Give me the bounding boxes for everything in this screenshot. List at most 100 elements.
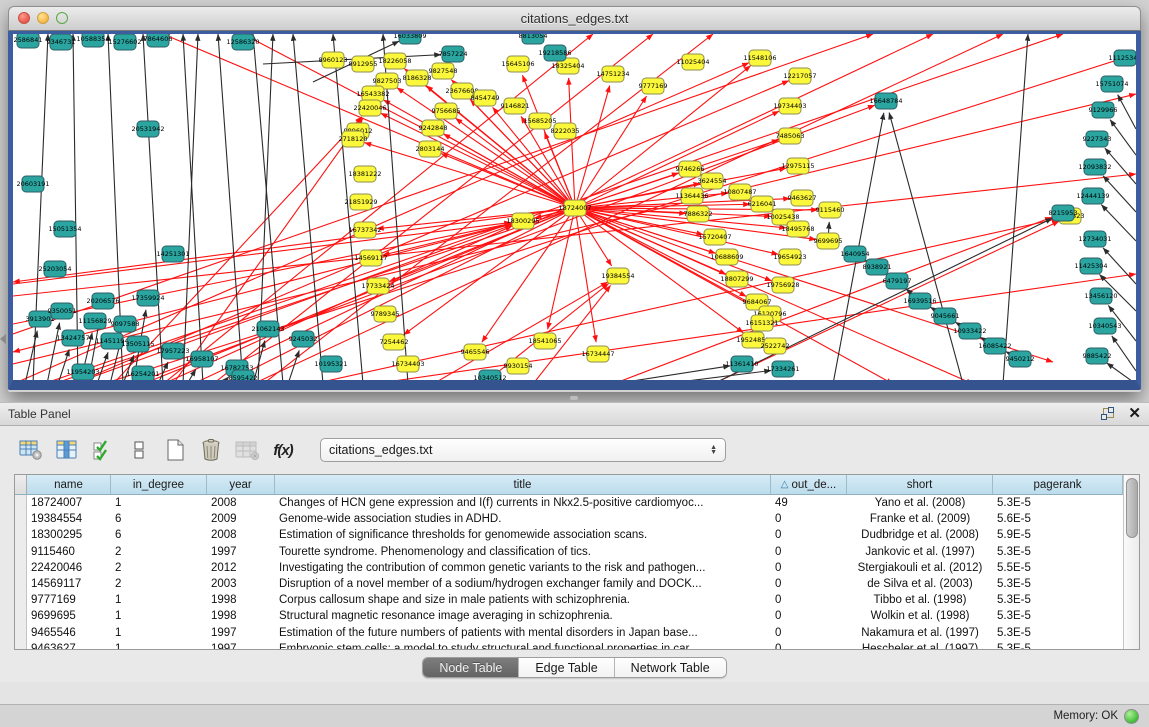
table-cell[interactable]: 2003 — [207, 576, 275, 592]
graph-node[interactable]: 11361410 — [725, 356, 758, 372]
table-cell[interactable]: 1998 — [207, 592, 275, 608]
table-cell[interactable]: 9463627 — [27, 641, 111, 650]
splitter-handle[interactable] — [570, 396, 578, 400]
table-cell[interactable]: 5.5E-5 — [993, 560, 1123, 576]
graph-node[interactable]: 12734031 — [1078, 231, 1111, 247]
table-cell[interactable]: 0 — [771, 560, 847, 576]
table-row[interactable]: 1456911722003Disruption of a novel membe… — [15, 576, 1123, 592]
graph-node[interactable]: 7864606 — [144, 34, 173, 47]
minimize-window-button[interactable] — [37, 12, 49, 24]
graph-node[interactable]: 9450212 — [1006, 351, 1035, 367]
table-cell[interactable]: Estimation of significance thresholds fo… — [275, 527, 771, 543]
table-cell[interactable]: 0 — [771, 576, 847, 592]
graph-node[interactable]: 10195321 — [314, 356, 347, 372]
table-cell[interactable]: Stergiakouli et al. (2012) — [847, 560, 993, 576]
table-row[interactable]: 946554611997Estimation of the future num… — [15, 625, 1123, 641]
graph-node[interactable]: 14751234 — [596, 66, 629, 82]
graph-node[interactable]: 8960123 — [319, 52, 348, 68]
table-cell[interactable]: Disruption of a novel member of a sodium… — [275, 576, 771, 592]
graph-node[interactable]: 9699695 — [814, 233, 843, 249]
graph-node[interactable]: 12444139 — [1076, 188, 1109, 204]
table-cell[interactable]: 5.3E-5 — [993, 544, 1123, 560]
table-cell[interactable]: Tibbo et al. (1998) — [847, 592, 993, 608]
graph-node[interactable]: 16734447 — [581, 346, 614, 362]
graph-node[interactable]: 1640954 — [841, 246, 870, 262]
table-cell[interactable]: 5.3E-5 — [993, 641, 1123, 650]
table-cell[interactable]: 1998 — [207, 608, 275, 624]
table-cell[interactable]: 6 — [111, 511, 207, 527]
graph-node[interactable]: 8912955 — [349, 56, 378, 72]
column-header-short[interactable]: short — [847, 475, 993, 494]
float-panel-icon[interactable] — [1101, 408, 1114, 420]
graph-node[interactable]: 8186328 — [403, 70, 432, 86]
close-window-button[interactable] — [18, 12, 30, 24]
network-canvas[interactable]: 1872400789601238912955182260589827503818… — [13, 34, 1136, 380]
table-cell[interactable]: 19384554 — [27, 511, 111, 527]
table-cell[interactable]: 9465546 — [27, 625, 111, 641]
graph-node[interactable]: 11025404 — [676, 54, 709, 70]
graph-node[interactable]: 9242848 — [419, 120, 448, 136]
graph-node[interactable]: 9097588 — [111, 316, 140, 332]
table-cell[interactable]: 1997 — [207, 625, 275, 641]
graph-node[interactable]: 12093832 — [1078, 159, 1111, 175]
table-cell[interactable]: Investigating the contribution of common… — [275, 560, 771, 576]
table-cell[interactable]: 2 — [111, 544, 207, 560]
table-cell[interactable]: Embryonic stem cells: a model to study s… — [275, 641, 771, 650]
graph-node[interactable]: 13456120 — [1084, 288, 1117, 304]
graph-node[interactable]: 9146821 — [501, 98, 530, 114]
table-row[interactable]: 969969511998Structural magnetic resonanc… — [15, 608, 1123, 624]
graph-node[interactable]: 9756685 — [432, 103, 461, 119]
graph-node[interactable]: 9463627 — [788, 190, 817, 206]
column-header-title[interactable]: title — [275, 475, 771, 494]
graph-node[interactable]: 6216041 — [748, 196, 777, 212]
graph-node[interactable]: 2586841 — [14, 34, 43, 48]
graph-node[interactable]: 9045661 — [931, 308, 960, 324]
graph-node[interactable]: 15751074 — [1095, 76, 1128, 92]
graph-node[interactable]: 8222035 — [551, 123, 580, 139]
graph-node[interactable]: 7886322 — [684, 206, 713, 222]
graph-node[interactable]: 9777169 — [639, 78, 668, 94]
table-row[interactable]: 1938455462009Genome-wide association stu… — [15, 511, 1123, 527]
table-cell[interactable]: 2012 — [207, 560, 275, 576]
scrollbar-thumb[interactable] — [1126, 478, 1138, 538]
graph-node[interactable]: 9885422 — [1083, 348, 1112, 364]
table-row[interactable]: 1830029562008Estimation of significance … — [15, 527, 1123, 543]
table-cell[interactable]: 0 — [771, 641, 847, 650]
graph-node[interactable]: 8813054 — [519, 34, 548, 44]
close-panel-icon[interactable]: ✕ — [1128, 408, 1141, 420]
table-row[interactable]: 911546021997Tourette syndrome. Phenomeno… — [15, 544, 1123, 560]
graph-node[interactable]: 21851929 — [344, 194, 377, 210]
graph-node[interactable]: 6479197 — [883, 273, 912, 289]
graph-node[interactable]: 19756928 — [766, 277, 799, 293]
table-cell[interactable]: 5.6E-5 — [993, 511, 1123, 527]
vertical-scrollbar[interactable] — [1123, 475, 1139, 650]
graph-node[interactable]: 16648784 — [869, 93, 902, 109]
table-cell[interactable]: 2 — [111, 560, 207, 576]
graph-node[interactable]: 10688609 — [710, 249, 743, 265]
graph-node[interactable]: 15051354 — [48, 221, 81, 237]
table-cell[interactable]: 5.3E-5 — [993, 592, 1123, 608]
window-titlebar[interactable]: citations_edges.txt — [8, 6, 1141, 31]
table-cell[interactable]: 0 — [771, 511, 847, 527]
graph-node[interactable]: 17359924 — [131, 290, 164, 306]
table-cell[interactable]: Wolkin et al. (1998) — [847, 608, 993, 624]
graph-node[interactable]: 2522742 — [761, 338, 790, 354]
table-row[interactable]: 1872400712008Changes of HCN gene express… — [15, 495, 1123, 511]
graph-node[interactable]: 7857224 — [439, 46, 468, 62]
graph-node[interactable]: 9227343 — [1083, 131, 1112, 147]
graph-node[interactable]: 19654923 — [773, 249, 806, 265]
table-cell[interactable]: Yano et al. (2008) — [847, 495, 993, 511]
graph-node[interactable]: 17334261 — [766, 361, 799, 377]
table-cell[interactable]: 1997 — [207, 641, 275, 650]
table-cell[interactable]: Genome-wide association studies in ADHD. — [275, 511, 771, 527]
column-header-out_de[interactable]: △out_de... — [771, 475, 847, 494]
table-cell[interactable]: 5.3E-5 — [993, 495, 1123, 511]
graph-node[interactable]: 12975115 — [781, 158, 814, 174]
table-cell[interactable]: 2009 — [207, 511, 275, 527]
table-cell[interactable]: 0 — [771, 592, 847, 608]
graph-node[interactable]: 12217057 — [783, 68, 816, 84]
table-cell[interactable]: Estimation of the future numbers of pati… — [275, 625, 771, 641]
delete-table-icon[interactable] — [198, 438, 224, 462]
graph-node[interactable]: 11125347 — [1108, 50, 1136, 66]
graph-node[interactable]: 9930154 — [504, 358, 533, 374]
